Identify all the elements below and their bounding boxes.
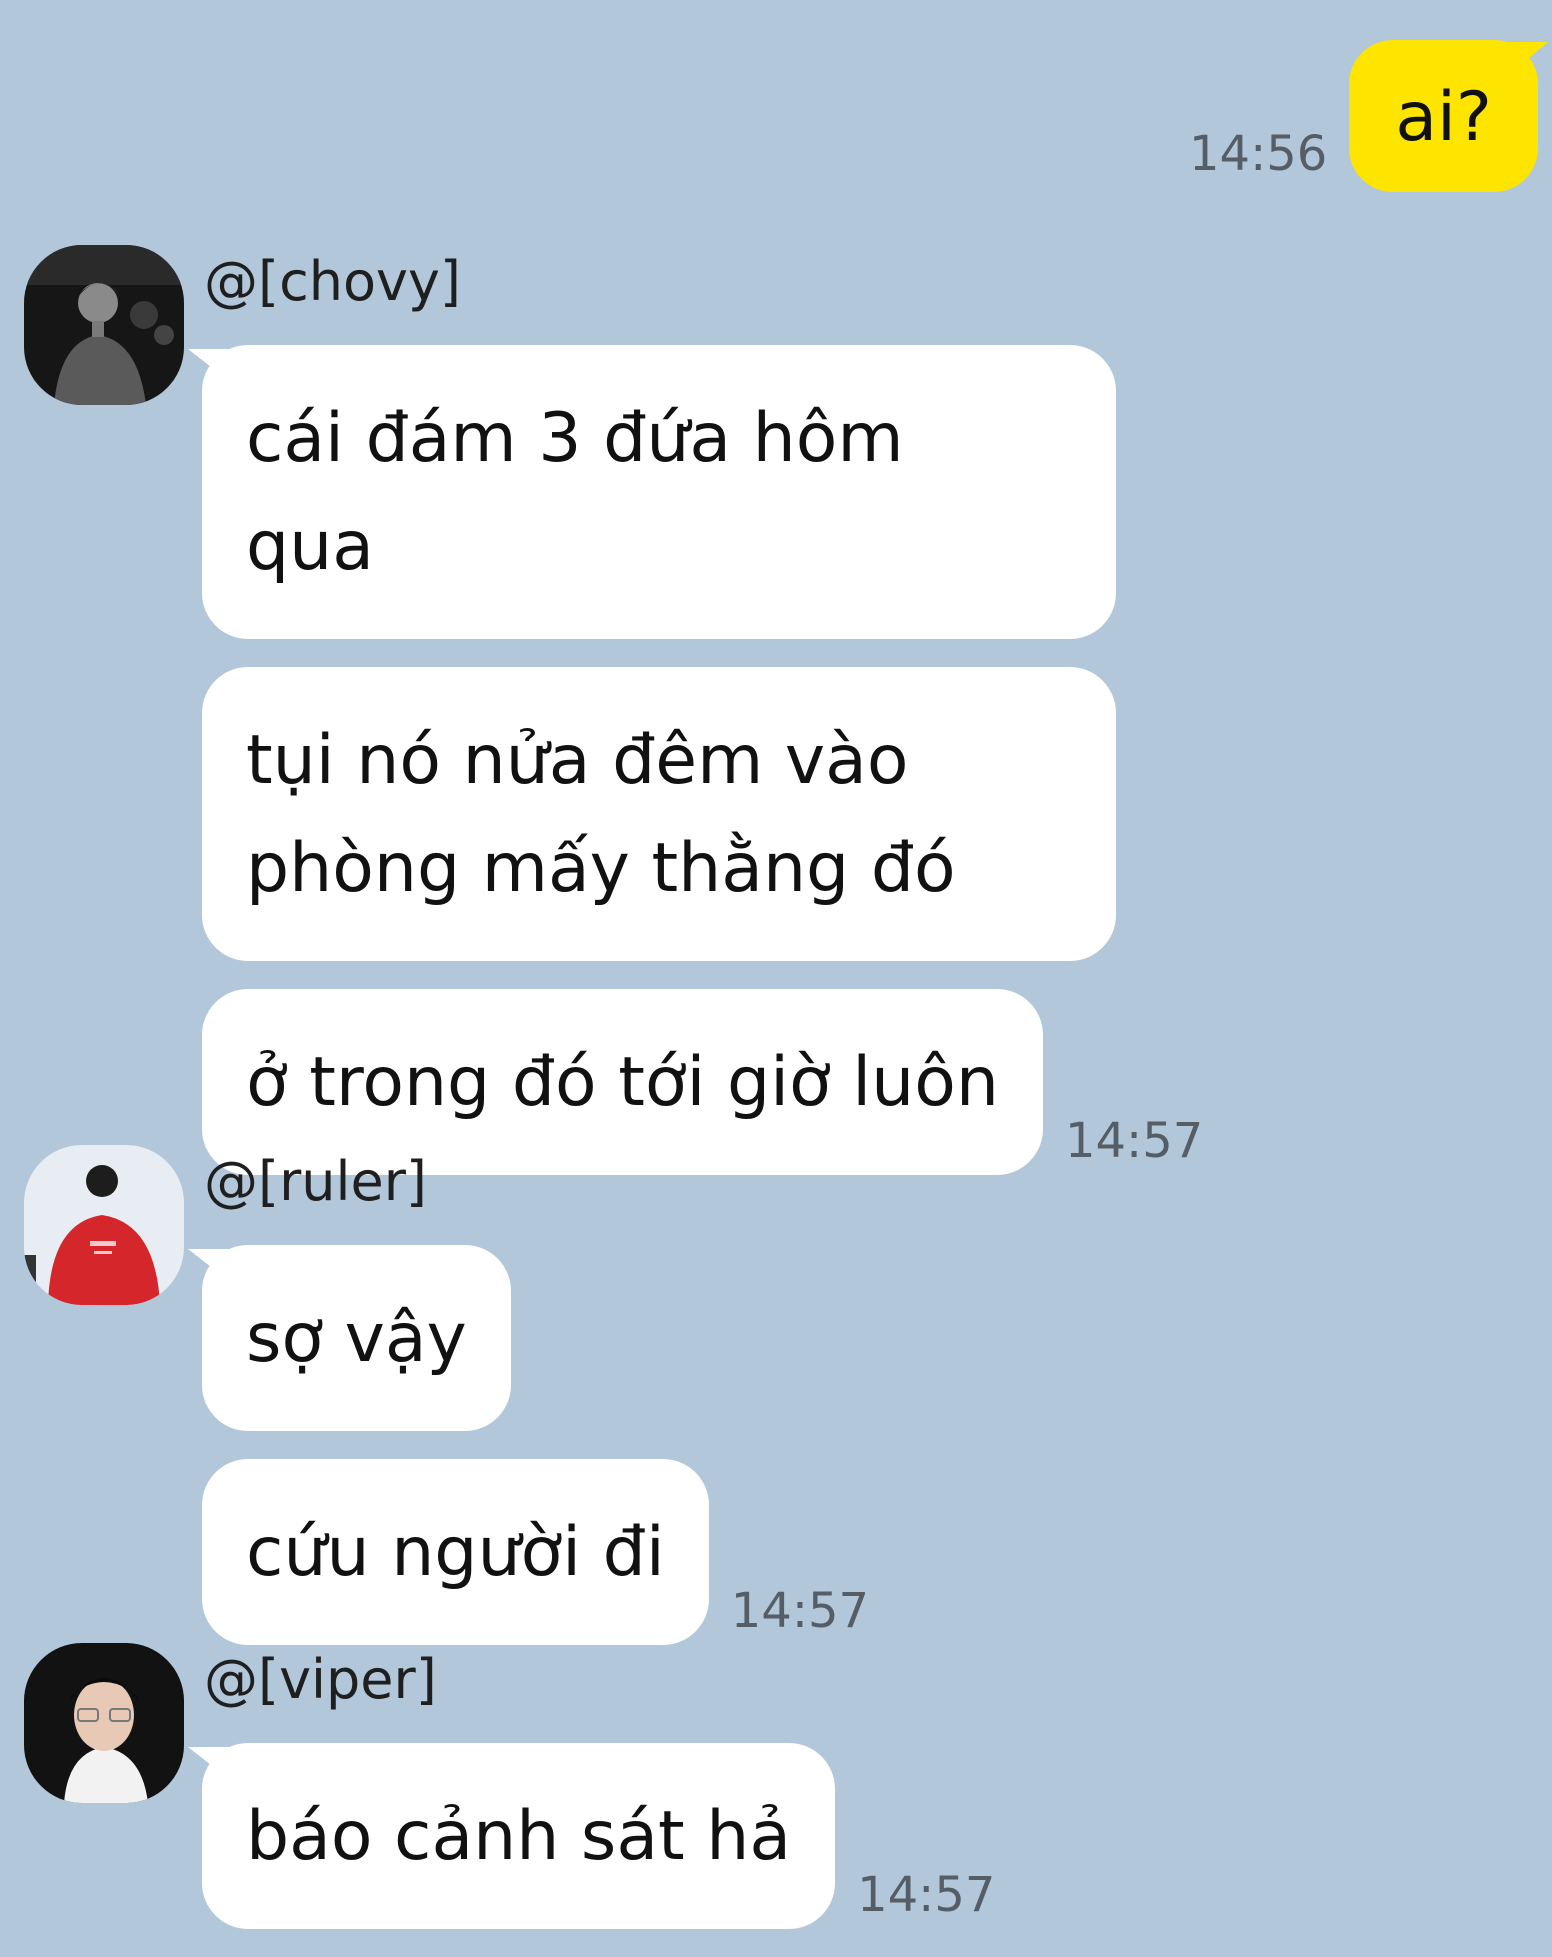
incoming-bubble[interactable]: báo cảnh sát hả: [188, 1743, 836, 1929]
incoming-bubble[interactable]: ở trong đó tới giờ luôn: [202, 989, 1043, 1175]
message-row: cái đám 3 đứa hôm qua: [188, 345, 1203, 639]
message-line: qua: [246, 507, 374, 586]
bubble-tail: [188, 1747, 234, 1783]
outgoing-message: 14:56 ai?: [1189, 40, 1548, 192]
message-line: cái đám 3 đứa hôm: [246, 399, 904, 478]
message-line: phòng mấy thằng đó: [246, 829, 956, 908]
message-line: cứu người đi: [246, 1513, 665, 1592]
incoming-bubble[interactable]: cái đám 3 đứa hôm qua: [188, 345, 1116, 639]
message-list: sợ vậy cứu người đi 14:57: [188, 1245, 869, 1673]
chat-view: 14:56 ai? @[chovy] cái đám 3 đứa hôm qua…: [0, 0, 1552, 1929]
profile-photo-icon: [24, 245, 184, 405]
bubble-tail: [188, 349, 234, 385]
incoming-bubble[interactable]: tụi nó nửa đêm vào phòng mấy thằng đó: [202, 667, 1116, 961]
profile-photo-icon: [24, 1145, 184, 1305]
bubble-tail: [188, 1249, 234, 1285]
avatar-ruler[interactable]: [24, 1145, 184, 1305]
message-row: cứu người đi 14:57: [202, 1459, 869, 1645]
sender-name: @[chovy]: [204, 250, 462, 313]
message-time: 14:57: [1064, 1113, 1204, 1169]
message-list: cái đám 3 đứa hôm qua tụi nó nửa đêm vào…: [188, 345, 1203, 1203]
bubble-tail: [1508, 42, 1548, 76]
profile-photo-icon: [24, 1643, 184, 1803]
message-line: báo cảnh sát hả: [246, 1797, 792, 1876]
outgoing-bubble[interactable]: ai?: [1349, 40, 1548, 192]
message-time: 14:57: [730, 1583, 870, 1639]
message-row: ở trong đó tới giờ luôn 14:57: [202, 989, 1203, 1175]
message-row: tụi nó nửa đêm vào phòng mấy thằng đó: [202, 667, 1203, 961]
avatar-chovy[interactable]: [24, 245, 184, 405]
message-list: báo cảnh sát hả 14:57: [188, 1743, 996, 1957]
message-line: tụi nó nửa đêm vào: [246, 721, 909, 800]
avatar-viper[interactable]: [24, 1643, 184, 1803]
incoming-bubble[interactable]: sợ vậy: [188, 1245, 511, 1431]
incoming-bubble[interactable]: cứu người đi: [202, 1459, 709, 1645]
sender-name: @[ruler]: [204, 1150, 427, 1213]
message-time: 14:57: [857, 1867, 996, 1923]
message-line: sợ vậy: [246, 1299, 467, 1378]
message-time: 14:56: [1189, 126, 1328, 182]
sender-name: @[viper]: [204, 1648, 437, 1711]
message-line: ở trong đó tới giờ luôn: [246, 1043, 999, 1122]
message-row: sợ vậy: [188, 1245, 869, 1431]
message-row: báo cảnh sát hả 14:57: [188, 1743, 996, 1929]
message-text: ai?: [1395, 78, 1492, 157]
